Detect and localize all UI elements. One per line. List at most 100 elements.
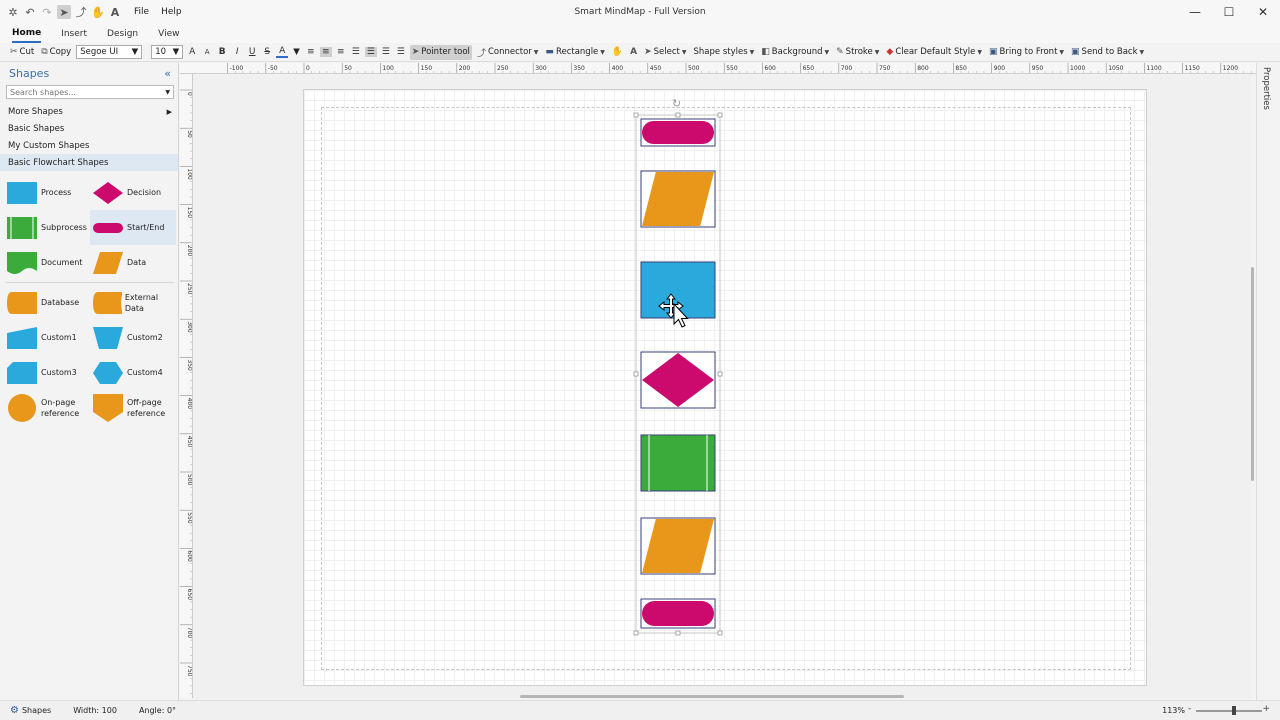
align-right-icon[interactable]: ☰: [380, 47, 392, 57]
pointer-tool-button[interactable]: ➤ Pointer tool: [409, 44, 472, 60]
chevron-right-icon: ▶: [166, 107, 172, 116]
hand-icon[interactable]: ✋: [91, 5, 105, 19]
align-top-icon[interactable]: ≡: [305, 47, 317, 57]
align-bottom-icon[interactable]: ≡: [335, 47, 347, 57]
canvas-shape-subprocess[interactable]: [640, 434, 716, 492]
font-color-icon[interactable]: A: [276, 46, 289, 58]
ruler-label: 400: [612, 65, 624, 72]
resize-handle[interactable]: [717, 630, 723, 636]
tab-view[interactable]: View: [158, 24, 179, 43]
menu-file[interactable]: File: [134, 7, 149, 17]
shape-custom2[interactable]: Custom2: [90, 320, 176, 355]
text-tool-icon[interactable]: A: [108, 5, 122, 19]
bring-to-front-button[interactable]: ▣ Bring to Front ▼: [987, 45, 1066, 60]
italic-icon[interactable]: I: [231, 47, 243, 57]
send-to-back-button[interactable]: ▣ Send to Back ▼: [1069, 45, 1146, 60]
tab-design[interactable]: Design: [107, 24, 138, 43]
connector-quick-icon[interactable]: ⤴: [74, 5, 88, 19]
shape-database[interactable]: Database: [4, 285, 90, 320]
background-button[interactable]: ◧ Background ▼: [759, 45, 831, 60]
menu-help[interactable]: Help: [161, 7, 182, 17]
properties-side-panel[interactable]: Properties: [1256, 63, 1280, 700]
shrink-font-icon[interactable]: A: [201, 48, 213, 56]
chevron-down-icon[interactable]: ▼: [165, 89, 170, 96]
underline-icon[interactable]: U: [246, 47, 258, 57]
redo-icon[interactable]: ↷: [40, 5, 54, 19]
shape-document[interactable]: Document: [4, 245, 90, 280]
ruler-label: 250: [497, 65, 509, 72]
minimize-button[interactable]: —: [1178, 0, 1212, 24]
rotate-handle-icon[interactable]: ↻: [672, 97, 681, 110]
vertical-ruler-ticks: 0501001502002503003504004505005506006507…: [180, 89, 193, 694]
canvas-shape-data[interactable]: [640, 170, 716, 228]
ruler-label: 0: [186, 92, 193, 96]
zoom-in-icon[interactable]: +: [1262, 704, 1270, 714]
connector-button[interactable]: ⤴ Connector ▼: [475, 45, 540, 60]
shape-styles-button[interactable]: Shape styles ▼: [692, 45, 757, 60]
pan-tool-button[interactable]: ✋: [610, 45, 625, 60]
close-button[interactable]: ✕: [1246, 0, 1280, 24]
text-tool-button[interactable]: A: [628, 45, 639, 60]
chevron-down-icon[interactable]: ▼: [291, 45, 302, 60]
canvas-shape-startend[interactable]: [640, 598, 716, 629]
properties-tab-label[interactable]: Properties: [1261, 67, 1271, 110]
bold-icon[interactable]: B: [216, 47, 228, 57]
shape-custom3[interactable]: Custom3: [4, 355, 90, 390]
resize-handle[interactable]: [717, 112, 723, 118]
zoom-level: 113%: [1162, 706, 1185, 715]
shape-custom4[interactable]: Custom4: [90, 355, 176, 390]
copy-button[interactable]: ⧉ Copy: [39, 45, 73, 60]
zoom-slider[interactable]: - +: [1188, 704, 1270, 715]
align-middle-icon[interactable]: ≡: [319, 47, 332, 57]
cut-button[interactable]: ✂ Cut: [8, 45, 36, 60]
shapes-panel: Shapes « ▼ More Shapes▶ Basic Shapes My …: [0, 63, 179, 700]
shape-external-data[interactable]: External Data: [90, 285, 176, 320]
select-button[interactable]: ➤ Select ▼: [642, 45, 688, 60]
align-left-icon[interactable]: ☰: [350, 47, 362, 57]
shape-offpage-reference[interactable]: Off-page reference: [90, 390, 176, 425]
category-my-custom-shapes[interactable]: My Custom Shapes: [0, 137, 178, 154]
resize-handle[interactable]: [633, 112, 639, 118]
stroke-button[interactable]: ✎ Stroke ▼: [834, 45, 881, 60]
undo-icon[interactable]: ↶: [23, 5, 37, 19]
canvas-shape-decision[interactable]: [640, 351, 716, 409]
tab-home[interactable]: Home: [12, 24, 42, 43]
align-center-icon[interactable]: ☰: [364, 47, 377, 57]
grow-font-icon[interactable]: A: [186, 47, 198, 57]
shape-startend[interactable]: Start/End: [90, 210, 176, 245]
shape-process[interactable]: Process: [4, 175, 90, 210]
zoom-out-icon[interactable]: -: [1188, 704, 1191, 714]
tab-insert[interactable]: Insert: [61, 24, 87, 43]
status-shapes[interactable]: ⚙ Shapes: [10, 705, 51, 716]
shape-custom1[interactable]: Custom1: [4, 320, 90, 355]
rectangle-button[interactable]: ▬ Rectangle ▼: [543, 45, 606, 60]
justify-icon[interactable]: ☰: [395, 47, 407, 57]
shape-data[interactable]: Data: [90, 245, 176, 280]
font-family-select[interactable]: Segoe UI ▼: [76, 45, 143, 59]
resize-handle[interactable]: [717, 371, 723, 377]
shape-decision[interactable]: Decision: [90, 175, 176, 210]
search-shapes-input[interactable]: [10, 87, 150, 97]
shape-onpage-reference[interactable]: On-page reference: [4, 390, 90, 425]
resize-handle[interactable]: [633, 630, 639, 636]
canvas-shape-data[interactable]: [640, 517, 716, 575]
clear-default-style-button[interactable]: ◆ Clear Default Style ▼: [884, 45, 984, 60]
vertical-scrollbar[interactable]: [1251, 267, 1254, 481]
resize-handle[interactable]: [633, 371, 639, 377]
font-size-select[interactable]: 10 ▼: [151, 45, 184, 59]
canvas-shapes-layer[interactable]: ↻: [193, 75, 1251, 698]
zoom-slider-thumb[interactable]: [1232, 706, 1236, 715]
drawing-canvas[interactable]: ↻: [193, 75, 1251, 698]
resize-handle[interactable]: [675, 112, 681, 118]
category-basic-flowchart-shapes[interactable]: Basic Flowchart Shapes: [0, 154, 178, 171]
resize-handle[interactable]: [675, 630, 681, 636]
maximize-button[interactable]: ☐: [1212, 0, 1246, 24]
shape-subprocess[interactable]: Subprocess: [4, 210, 90, 245]
collapse-panel-icon[interactable]: «: [164, 67, 171, 80]
category-basic-shapes[interactable]: Basic Shapes: [0, 120, 178, 137]
category-more-shapes[interactable]: More Shapes ▶: [0, 103, 178, 120]
horizontal-scrollbar[interactable]: [520, 695, 904, 698]
pointer-icon[interactable]: ➤: [57, 5, 71, 19]
strikethrough-icon[interactable]: S: [261, 47, 273, 57]
canvas-shape-startend[interactable]: [640, 118, 716, 147]
